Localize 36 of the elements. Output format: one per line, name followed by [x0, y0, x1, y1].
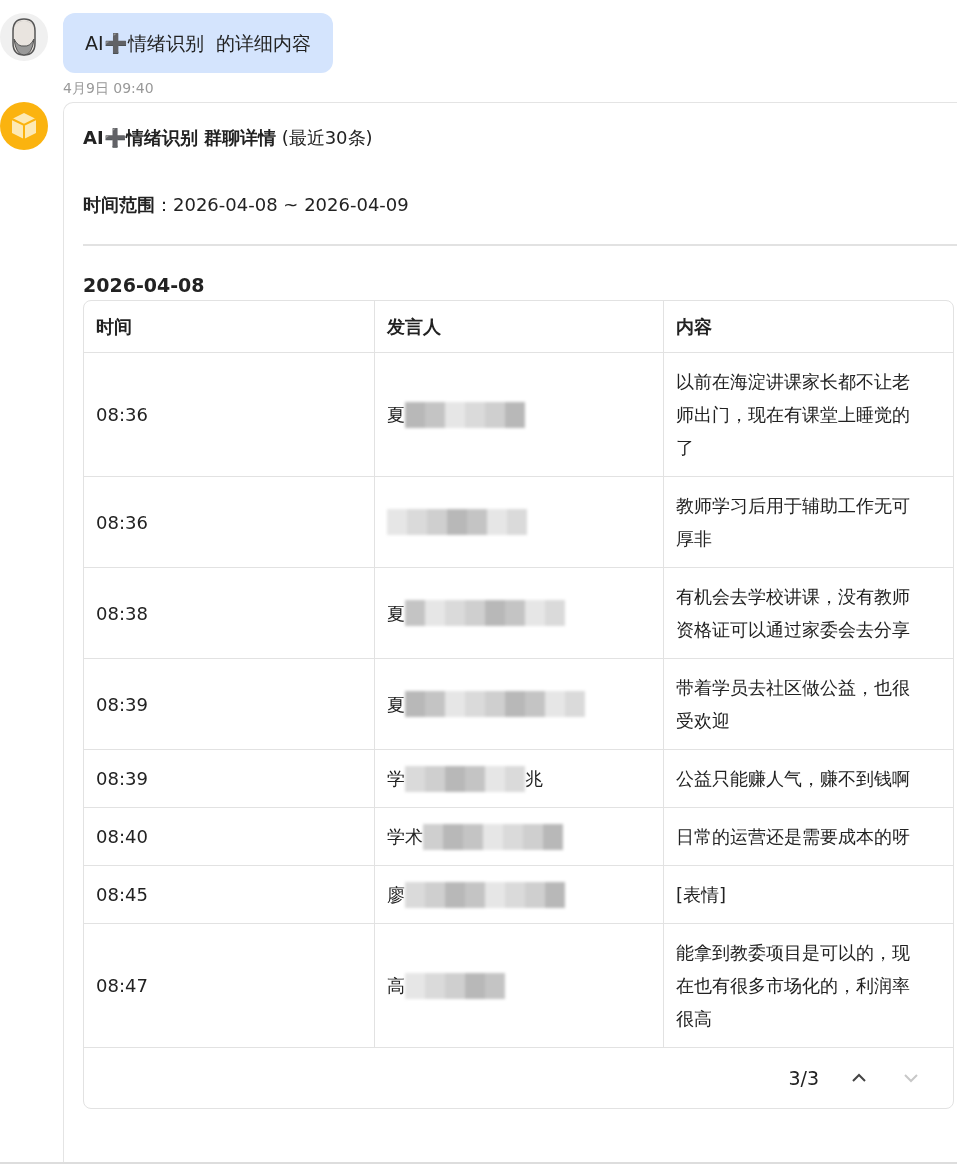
message-content: [表情]	[676, 883, 727, 907]
speaker-name: 学	[387, 767, 405, 791]
column-header: 发言人	[374, 301, 663, 352]
column-header: 内容	[663, 301, 953, 352]
time-cell-text: 08:39	[96, 767, 148, 791]
speaker-name: 学术	[387, 825, 423, 849]
message-time: 4月9日 09:40	[63, 80, 155, 98]
message-content: 有机会去学校讲课，没有教师资格证可以通过家委会去分享	[676, 585, 911, 642]
time-range: 时间范围：2026-04-08 ~ 2026-04-09	[83, 193, 410, 217]
time-cell-text: 08:45	[96, 883, 148, 907]
message-content: 能拿到教委项目是可以的，现在也有很多市场化的，利润率很高	[676, 941, 911, 1031]
message-content: 日常的运营还是需要成本的呀	[676, 825, 910, 849]
chevron-down-icon	[903, 1073, 919, 1083]
message-content: 带着学员去社区做公益，也很受欢迎	[676, 676, 911, 733]
reply-title: AI➕情绪识别 群聊详情 (最近30条)	[83, 126, 374, 150]
page-indicator: 3/3	[788, 1067, 819, 1089]
message-bubble: AI➕情绪识别 的详细内容	[63, 13, 333, 73]
time-cell-text: 08:36	[96, 403, 148, 427]
time-cell-text: 08:36	[96, 510, 148, 535]
cube-avatar	[0, 102, 48, 150]
speaker-name: 兆	[525, 767, 543, 791]
time-cell-text: 08:39	[96, 692, 148, 717]
time-cell-text: 08:40	[96, 825, 148, 849]
speaker-name: 廖	[387, 883, 405, 907]
chevron-up-icon	[851, 1073, 867, 1083]
message-content: 教师学习后用于辅助工作无可厚非	[676, 494, 911, 551]
message-content: 公益只能赚人气，赚不到钱啊	[676, 767, 910, 791]
speaker-name: 夏	[387, 692, 405, 717]
speaker-name: 夏	[387, 403, 405, 427]
speaker-name: 高	[387, 974, 405, 998]
speaker-name: 夏	[387, 601, 405, 626]
date-heading: 2026-04-08	[83, 274, 206, 296]
time-cell-text: 08:47	[96, 974, 148, 998]
column-header: 时间	[95, 315, 133, 339]
message-content: 以前在海淀讲课家长都不让老师出门，现在有课堂上睡觉的了	[676, 370, 911, 460]
time-cell-text: 08:38	[96, 601, 148, 626]
